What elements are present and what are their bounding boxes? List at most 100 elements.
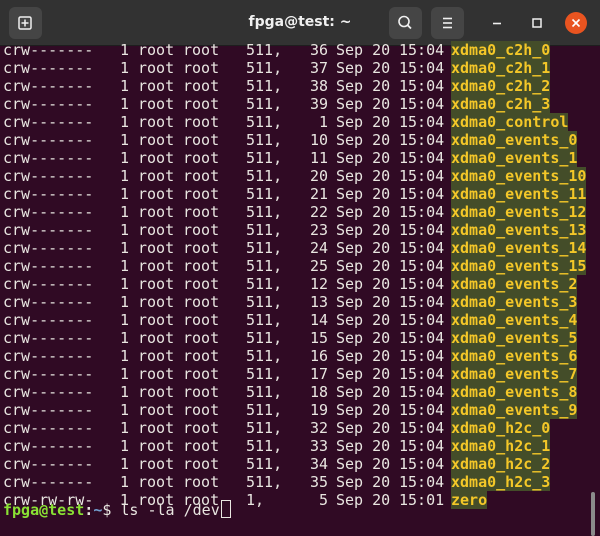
major-number: 511, <box>246 239 283 257</box>
modified-time: 15:04 <box>399 203 445 221</box>
link-count: 1 <box>120 455 130 473</box>
owner: root <box>138 185 175 203</box>
modified-date: Sep 20 <box>336 77 391 95</box>
device-name: xdma0_events_13 <box>451 221 587 239</box>
prompt-command[interactable]: ls -la /dev <box>120 501 219 519</box>
modified-time: 15:04 <box>399 149 445 167</box>
major-number: 511, <box>246 41 283 59</box>
terminal-window: fpga@test: ~ crw------- 1 root root 511,… <box>0 0 600 536</box>
new-tab-button[interactable] <box>9 7 42 39</box>
major-number: 511, <box>246 167 283 185</box>
group: root <box>183 365 220 383</box>
modified-time: 15:01 <box>399 491 445 509</box>
major-number: 511, <box>246 311 283 329</box>
hamburger-menu-icon <box>443 17 452 29</box>
menu-button[interactable] <box>431 7 464 39</box>
device-name: xdma0_h2c_0 <box>451 419 551 437</box>
minor-number: 37 <box>309 59 328 77</box>
major-number: 511, <box>246 203 283 221</box>
link-count: 1 <box>120 167 130 185</box>
group: root <box>183 41 220 59</box>
device-name: xdma0_events_4 <box>451 311 578 329</box>
owner: root <box>138 257 175 275</box>
major-number: 511, <box>246 473 283 491</box>
owner: root <box>138 221 175 239</box>
modified-date: Sep 20 <box>336 473 391 491</box>
maximize-button[interactable] <box>526 12 548 34</box>
command-prompt[interactable]: fpga@test:~$ ls -la /dev <box>3 500 231 519</box>
modified-date: Sep 20 <box>336 41 391 59</box>
modified-date: Sep 20 <box>336 149 391 167</box>
device-name: xdma0_control <box>451 113 569 131</box>
minor-number: 5 <box>318 491 328 509</box>
group: root <box>183 473 220 491</box>
major-number: 511, <box>246 347 283 365</box>
major-number: 511, <box>246 365 283 383</box>
device-name: xdma0_events_3 <box>451 293 578 311</box>
modified-date: Sep 20 <box>336 311 391 329</box>
close-button[interactable] <box>565 12 587 34</box>
major-number: 511, <box>246 95 283 113</box>
search-button[interactable] <box>389 7 422 39</box>
major-number: 511, <box>246 59 283 77</box>
minor-number: 22 <box>309 203 328 221</box>
prompt-separator: : <box>84 501 94 519</box>
owner: root <box>138 455 175 473</box>
minor-number: 10 <box>309 131 328 149</box>
device-name: xdma0_events_14 <box>451 239 587 257</box>
device-name: xdma0_events_10 <box>451 167 587 185</box>
link-count: 1 <box>120 77 130 95</box>
terminal-output[interactable]: crw------- 1 root root 511, 36 Sep 20 15:04 xdma… <box>0 41 600 536</box>
link-count: 1 <box>120 347 130 365</box>
group: root <box>183 275 220 293</box>
minor-number: 24 <box>309 239 328 257</box>
link-count: 1 <box>120 365 130 383</box>
device-name: xdma0_c2h_3 <box>451 95 551 113</box>
link-count: 1 <box>120 275 130 293</box>
modified-date: Sep 20 <box>336 419 391 437</box>
modified-time: 15:04 <box>399 347 445 365</box>
link-count: 1 <box>120 257 130 275</box>
group: root <box>183 437 220 455</box>
owner: root <box>138 401 175 419</box>
link-count: 1 <box>120 473 130 491</box>
link-count: 1 <box>120 311 130 329</box>
group: root <box>183 113 220 131</box>
new-tab-icon <box>18 16 32 30</box>
modified-time: 15:04 <box>399 131 445 149</box>
modified-date: Sep 20 <box>336 365 391 383</box>
owner: root <box>138 347 175 365</box>
permissions: crw------- <box>3 77 94 95</box>
minimize-button[interactable] <box>486 12 508 34</box>
device-name: xdma0_h2c_3 <box>451 473 551 491</box>
permissions: crw------- <box>3 311 94 329</box>
device-name: xdma0_c2h_1 <box>451 59 551 77</box>
group: root <box>183 95 220 113</box>
major-number: 511, <box>246 77 283 95</box>
modified-date: Sep 20 <box>336 329 391 347</box>
permissions: crw------- <box>3 293 94 311</box>
scrollbar-thumb[interactable] <box>591 492 595 536</box>
group: root <box>183 131 220 149</box>
modified-date: Sep 20 <box>336 239 391 257</box>
device-name: zero <box>451 491 488 509</box>
owner: root <box>138 77 175 95</box>
minor-number: 36 <box>309 41 328 59</box>
group: root <box>183 293 220 311</box>
group: root <box>183 203 220 221</box>
device-name: xdma0_events_0 <box>451 131 578 149</box>
owner: root <box>138 41 175 59</box>
owner: root <box>138 59 175 77</box>
minor-number: 17 <box>309 365 328 383</box>
modified-date: Sep 20 <box>336 491 391 509</box>
major-number: 511, <box>246 455 283 473</box>
minor-number: 19 <box>309 401 328 419</box>
owner: root <box>138 437 175 455</box>
device-name: xdma0_h2c_2 <box>451 455 551 473</box>
permissions: crw------- <box>3 131 94 149</box>
minor-number: 33 <box>309 437 328 455</box>
device-name: xdma0_events_7 <box>451 365 578 383</box>
major-number: 511, <box>246 419 283 437</box>
permissions: crw------- <box>3 419 94 437</box>
owner: root <box>138 113 175 131</box>
